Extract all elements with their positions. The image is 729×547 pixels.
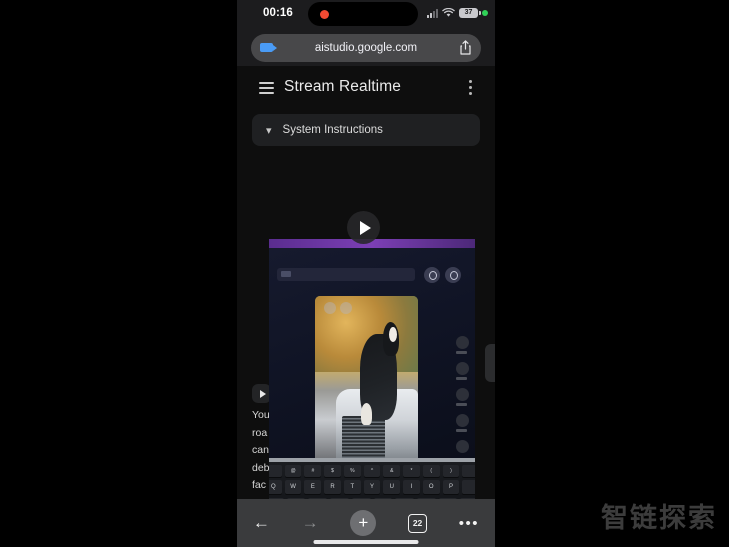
back-button[interactable]: ← (253, 513, 270, 533)
phone-screen: 00:16 37 aistudio.google.com Stream Real… (237, 0, 495, 547)
video-laptop-keyboard: @#$% ^&*() QWERT YUIOP ASDFG HJKL (269, 458, 475, 499)
video-play-button[interactable] (347, 211, 380, 244)
video-social-action-rail (456, 336, 469, 453)
keyboard-row: @ # $% ^ & *() (269, 465, 475, 477)
browser-toolbar: ← → + 22 ••• (237, 499, 495, 547)
side-panel-handle[interactable] (485, 344, 495, 382)
status-bar-indicators: 37 (427, 8, 488, 18)
screenshot-root: 00:16 37 aistudio.google.com Stream Real… (0, 0, 729, 547)
record-indicator-icon (320, 10, 329, 19)
share-icon[interactable] (460, 40, 471, 55)
share-icon (456, 414, 469, 427)
app-header: Stream Realtime (237, 66, 495, 110)
camera-stream-preview[interactable]: @#$% ^&*() QWERT YUIOP ASDFG HJKL (269, 239, 475, 499)
web-page-content: Stream Realtime ▾ System Instructions Yo… (237, 66, 495, 499)
battery-indicator: 37 (459, 8, 481, 18)
video-dog (360, 321, 400, 425)
watermark: 智链探索 (601, 503, 717, 534)
forward-button[interactable]: → (302, 513, 319, 533)
search-icon (424, 267, 440, 283)
comment-icon (456, 388, 469, 401)
url-bar[interactable]: aistudio.google.com (251, 34, 481, 62)
home-indicator (313, 540, 419, 544)
camera-active-icon (260, 43, 277, 52)
more-icon (456, 440, 469, 453)
tab-switcher-button[interactable]: 22 (408, 513, 428, 533)
kebab-menu-icon[interactable] (469, 80, 473, 98)
cellular-signal-icon (427, 8, 438, 18)
chevron-down-icon: ▾ (266, 124, 272, 137)
page-title: Stream Realtime (284, 78, 401, 95)
status-bar-clock: 00:16 (263, 7, 293, 19)
microphone-icon (445, 267, 461, 283)
video-search-bar (277, 268, 415, 281)
browser-url-bar-container: aistudio.google.com (237, 30, 495, 66)
dislike-icon (456, 362, 469, 375)
system-instructions-accordion[interactable]: ▾ System Instructions (252, 114, 480, 146)
keyboard-row: QWERT YUIOP (269, 480, 475, 494)
dynamic-island (308, 2, 418, 26)
url-text: aistudio.google.com (314, 42, 418, 54)
ios-status-bar: 00:16 37 (237, 0, 495, 30)
new-tab-button[interactable]: + (350, 510, 377, 536)
system-instructions-label: System Instructions (282, 124, 383, 136)
more-options-button[interactable]: ••• (459, 515, 479, 532)
like-icon (456, 336, 469, 349)
hamburger-menu-icon[interactable] (259, 82, 274, 98)
wifi-icon (442, 8, 455, 17)
video-overlay-button (324, 302, 336, 314)
video-browser-window (269, 248, 475, 468)
video-dog-on-truck (315, 296, 418, 468)
camera-active-dot-icon (482, 10, 488, 16)
video-overlay-button (340, 302, 352, 314)
